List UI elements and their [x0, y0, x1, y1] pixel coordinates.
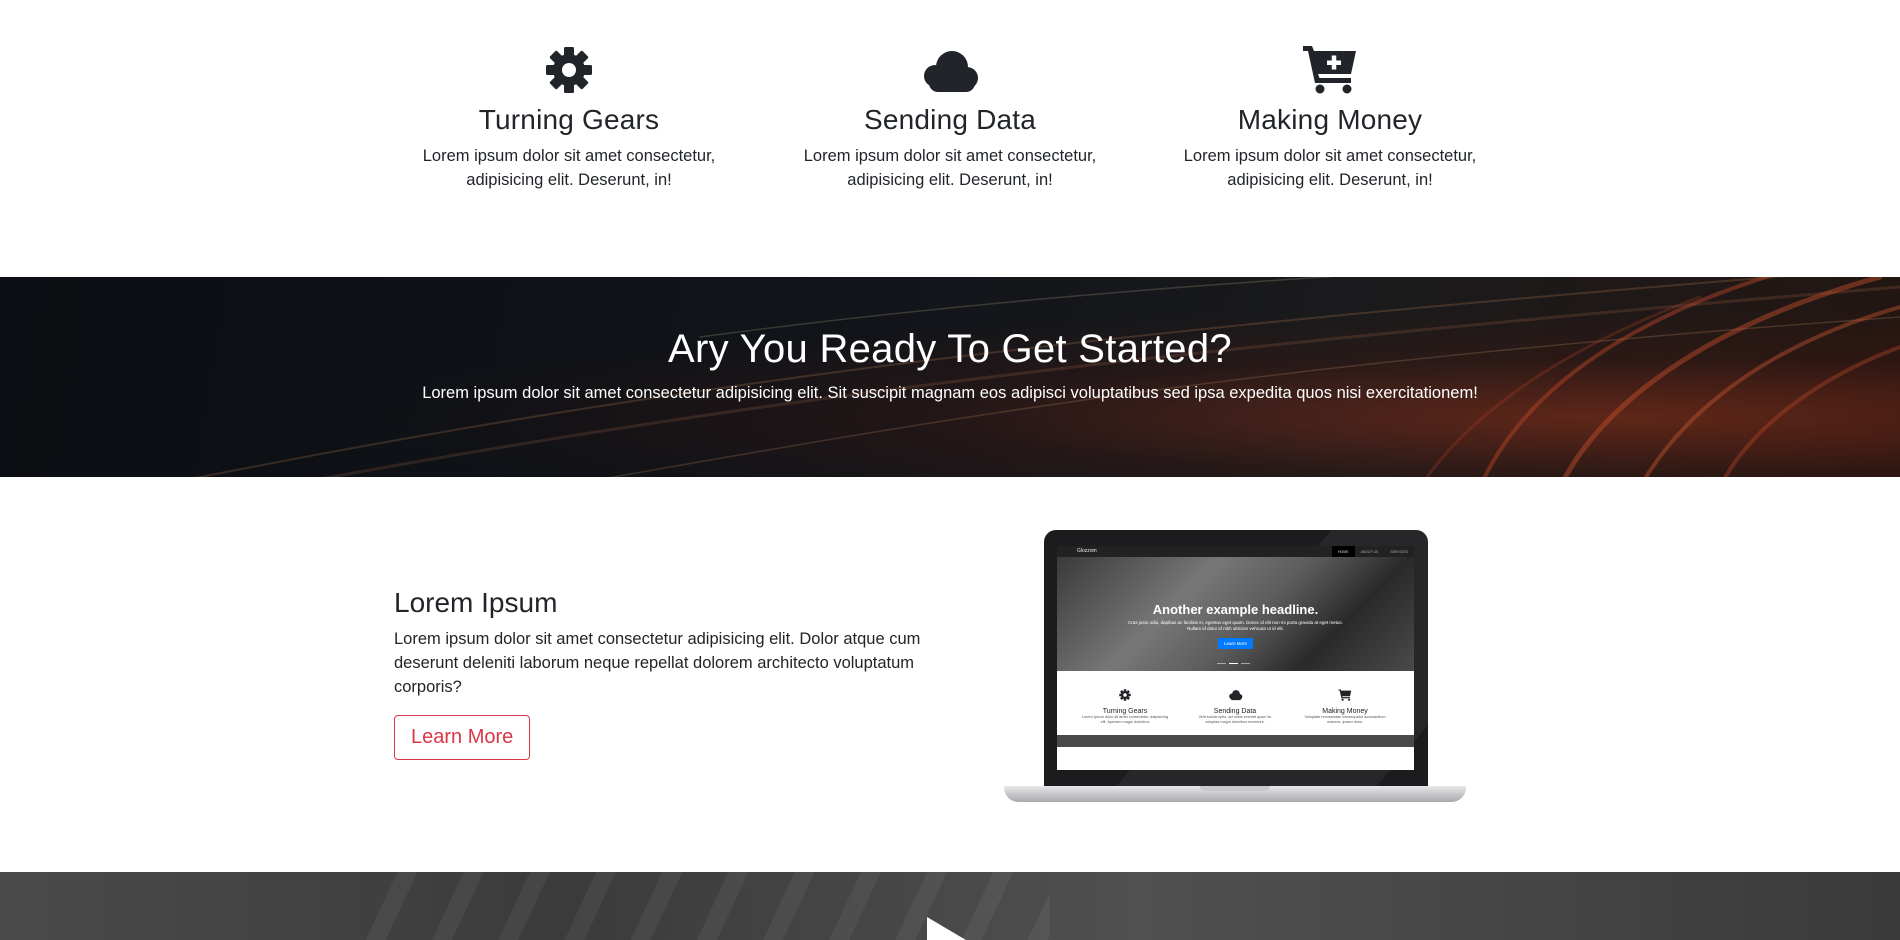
- video-section: [0, 872, 1900, 940]
- info-title: Lorem Ipsum: [394, 587, 558, 618]
- banner-title: Ary You Ready To Get Started?: [668, 327, 1232, 371]
- feature-turning-gears: Turning Gears Lorem ipsum dolor sit amet…: [419, 40, 719, 192]
- feature-text: Lorem ipsum dolor sit amet consectetur, …: [422, 147, 716, 189]
- laptop-notch: [1200, 786, 1270, 791]
- laptop-screen: Glozzom HOME ABOUT US SERVICES Another e…: [1057, 546, 1414, 770]
- screen-nav-services: SERVICES: [1390, 549, 1408, 554]
- laptop-mockup-image: Glozzom HOME ABOUT US SERVICES Another e…: [1004, 530, 1466, 820]
- carousel-indicator: [1217, 662, 1226, 664]
- feature-text: Lorem ipsum dolor sit amet consectetur, …: [803, 147, 1097, 189]
- screen-hero: Another example headline. Cras justo odi…: [1057, 557, 1414, 671]
- screen-carousel-indicators: [1217, 662, 1250, 664]
- get-started-banner: Ary You Ready To Get Started? Lorem ipsu…: [0, 277, 1900, 477]
- screen-features: Turning Gears Lorem ipsum dolor sit amet…: [1057, 671, 1414, 747]
- info-text: Lorem ipsum dolor sit amet consectetur a…: [394, 630, 921, 696]
- screen-hero-title: Another example headline.: [1152, 602, 1319, 617]
- screen-nav-links: HOME ABOUT US SERVICES: [1332, 546, 1414, 557]
- screen-feature-title: Turning Gears: [1102, 708, 1148, 715]
- features-section: Turning Gears Lorem ipsum dolor sit amet…: [0, 0, 1900, 277]
- banner-text: Lorem ipsum dolor sit amet consectetur a…: [422, 384, 1478, 402]
- screen-feature-text: Velit soluta optio, ad nobis eveniet qua…: [1198, 715, 1272, 724]
- screen-feature-text: Lorem ipsum dolor sit amet consectetur, …: [1081, 715, 1169, 724]
- feature-title: Making Money: [1237, 104, 1423, 135]
- feature-title: Sending Data: [863, 104, 1037, 135]
- screen-hero-button: Learn More: [1217, 638, 1253, 649]
- carousel-indicator-active: [1229, 662, 1238, 664]
- carousel-indicator: [1241, 662, 1250, 664]
- cloud-icon: [800, 40, 1100, 94]
- screen-bottom-strip: [1057, 735, 1414, 747]
- screen-nav-home: HOME: [1332, 546, 1355, 557]
- gear-icon: [1119, 689, 1131, 701]
- screen-feature-data: Sending Data Velit soluta optio, ad nobi…: [1191, 688, 1279, 725]
- laptop-lid: Glozzom HOME ABOUT US SERVICES Another e…: [1044, 530, 1428, 786]
- screen-feature-text: Voluptate recusandae consequatur accusan…: [1304, 715, 1386, 724]
- laptop-base: [1004, 786, 1466, 802]
- feature-title: Turning Gears: [478, 104, 660, 135]
- screen-feature-title: Making Money: [1322, 708, 1368, 715]
- screen-feature-title: Sending Data: [1213, 708, 1257, 715]
- screen-feature-gears: Turning Gears Lorem ipsum dolor sit amet…: [1081, 688, 1169, 725]
- gear-icon: [419, 40, 719, 94]
- screen-navbar: Glozzom HOME ABOUT US SERVICES: [1057, 546, 1414, 557]
- feature-making-money: Making Money Lorem ipsum dolor sit amet …: [1180, 40, 1480, 192]
- screen-feature-money: Making Money Voluptate recusandae conseq…: [1301, 688, 1389, 725]
- screen-brand: Glozzom: [1077, 548, 1097, 554]
- cloud-icon: [1228, 690, 1242, 701]
- cart-plus-icon: [1338, 689, 1352, 701]
- info-section: Lorem Ipsum Lorem ipsum dolor sit amet c…: [0, 477, 1900, 872]
- learn-more-button[interactable]: Learn More: [394, 715, 531, 760]
- feature-sending-data: Sending Data Lorem ipsum dolor sit amet …: [800, 40, 1100, 192]
- feature-text: Lorem ipsum dolor sit amet consectetur, …: [1183, 147, 1477, 189]
- info-text-block: Lorem Ipsum Lorem ipsum dolor sit amet c…: [394, 587, 934, 760]
- screen-nav-about: ABOUT US: [1360, 549, 1379, 554]
- play-icon[interactable]: [927, 917, 971, 940]
- cart-plus-icon: [1180, 40, 1480, 94]
- screen-hero-text: Cras justo odio, dapibus ac facilisis in…: [1128, 620, 1343, 631]
